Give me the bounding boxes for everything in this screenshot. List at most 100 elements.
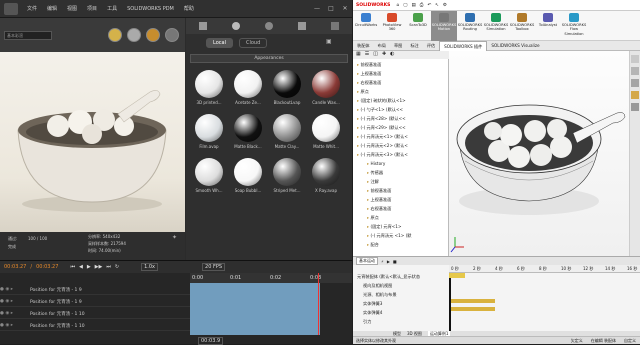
zoom-dropdown[interactable]: 1.0x xyxy=(141,263,159,271)
maximize-button[interactable]: □ xyxy=(324,5,338,12)
motion-stop-icon[interactable]: ■ xyxy=(393,259,397,264)
spring4-band[interactable] xyxy=(451,307,495,311)
tree-item[interactable]: ▸ 注解 xyxy=(367,178,379,185)
material-swatch[interactable]: Smooth Wh... xyxy=(192,156,226,200)
menu-view[interactable]: 视图 xyxy=(62,5,82,12)
command-tab[interactable]: 标注 xyxy=(406,41,422,51)
ribbon-item[interactable]: SOLIDWORKS Flow Simulation xyxy=(561,11,587,41)
material-swatch[interactable]: Matte Whit... xyxy=(309,112,343,156)
menu-project[interactable]: 项目 xyxy=(82,5,102,12)
skip-start-icon[interactable]: ⏮ xyxy=(70,264,75,270)
motion-play-icon[interactable]: ▶ xyxy=(387,259,390,264)
pin-icon[interactable]: ✦ xyxy=(172,234,177,241)
fm-config-tab-icon[interactable]: ◫ xyxy=(373,51,378,59)
spring3-band[interactable] xyxy=(451,299,495,303)
motion-row[interactable]: 实体弹簧3 xyxy=(363,301,453,307)
status-units[interactable]: 自定义 xyxy=(624,338,636,344)
tree-item[interactable]: ▸ (-) 元宵汤元<2> (默认< xyxy=(357,142,408,149)
task-pane-home-icon[interactable] xyxy=(631,55,639,63)
tree-item[interactable]: ▸ (-) 元宵<29> (默认<< xyxy=(357,124,406,131)
ribbon-item[interactable]: ScanTo3D xyxy=(405,11,431,41)
motion-row[interactable]: 元宵装配体 (默认<默认_显示状态 xyxy=(357,274,447,280)
motion-row[interactable]: 实体弹簧4 xyxy=(363,310,453,316)
home-icon[interactable]: ⌂ xyxy=(396,3,399,8)
ribbon-item[interactable]: TolAnalyst xyxy=(535,11,561,41)
tree-item[interactable]: ▸ (-) 元宵<28> (默认<< xyxy=(357,115,406,122)
appearances-section-dropdown[interactable]: Appearances xyxy=(190,54,348,63)
task-pane-custom-icon[interactable] xyxy=(631,103,639,111)
command-tab[interactable]: 装配体 xyxy=(353,41,374,51)
material-swatch[interactable]: Candle Wax... xyxy=(309,68,343,112)
skip-end-icon[interactable]: ⏭ xyxy=(106,264,111,270)
motion-row[interactable]: 光源、相机与布景 xyxy=(363,292,453,298)
current-time[interactable]: 00:03.27 xyxy=(4,264,26,270)
graphics-area[interactable] xyxy=(449,51,629,256)
fm-display-tab-icon[interactable]: ◐ xyxy=(390,51,394,59)
tree-item[interactable]: ▸ (固定) 元宵<1> xyxy=(367,223,401,230)
ribbon-item[interactable]: PhotoView 360 xyxy=(379,11,405,41)
print-icon[interactable]: ⎙ xyxy=(420,2,424,8)
environment-icon[interactable] xyxy=(264,22,273,30)
motion-row[interactable]: 引力 xyxy=(363,319,453,325)
ribbon-item[interactable]: SOLIDWORKS Routing xyxy=(457,11,483,41)
tree-item[interactable]: ▸ (-) 元宵汤元 <1> (默 xyxy=(367,232,411,239)
plugin-icon[interactable] xyxy=(331,22,340,30)
minimize-button[interactable]: — xyxy=(310,5,324,12)
tree-item[interactable]: ▸ (固定) 碗状的(默认<1> xyxy=(357,97,406,104)
material-swatch[interactable]: Film.avap xyxy=(192,112,226,156)
ribbon-item[interactable]: SOLIDWORKS Toolbox xyxy=(509,11,535,41)
play-icon[interactable]: ▶ xyxy=(87,264,91,270)
end-time[interactable]: 00:03.27 xyxy=(36,264,58,270)
tree-item[interactable]: ▸ 前视基准面 xyxy=(367,187,391,194)
save-icon[interactable]: ▤ xyxy=(411,3,415,8)
prev-frame-icon[interactable]: ◀ xyxy=(79,264,83,270)
render-mode-icon[interactable] xyxy=(108,28,122,42)
timeline-row[interactable]: ● ◉ ▸ Position for 元宵汤 - 1 9 xyxy=(0,285,190,295)
tree-item[interactable]: ▸ History xyxy=(367,160,385,167)
select-icon[interactable]: ↖ xyxy=(435,3,439,8)
menu-tools[interactable]: 工具 xyxy=(102,5,122,12)
material-swatch[interactable]: Matte Black... xyxy=(231,112,265,156)
menu-edit[interactable]: 编辑 xyxy=(42,5,62,12)
tree-item[interactable]: ▸ (-) 勺子<1> (默认<< xyxy=(357,106,403,113)
fm-dimxpert-tab-icon[interactable]: ✚ xyxy=(382,51,386,59)
command-tab[interactable]: 布局 xyxy=(374,41,390,51)
tree-item[interactable]: ▸ 原点 xyxy=(357,88,369,95)
next-frame-icon[interactable]: ▶▶ xyxy=(95,264,103,270)
material-swatch[interactable]: BlackoutLvap xyxy=(270,68,304,112)
menu-help[interactable]: 帮助 xyxy=(179,5,199,12)
fm-property-tab-icon[interactable]: ☰ xyxy=(365,51,369,59)
material-swatch[interactable]: Soap Bubbl... xyxy=(231,156,265,200)
playhead[interactable] xyxy=(318,273,319,335)
motion-key-band[interactable] xyxy=(449,273,465,278)
timeline-row[interactable]: ● ◉ ▸ Position for 元宵汤 - 1 10 xyxy=(0,321,190,331)
ribbon-item[interactable]: CircuitWorks xyxy=(353,11,379,41)
task-pane-explorer-icon[interactable] xyxy=(631,79,639,87)
scene-icon[interactable] xyxy=(127,28,141,42)
task-pane-appearance-icon[interactable] xyxy=(631,91,639,99)
tree-item[interactable]: ▸ (-) 元宵汤元<1> (默认< xyxy=(357,133,408,140)
material-swatch[interactable]: Acetate Ze... xyxy=(231,68,265,112)
motion-type-dropdown[interactable]: 基本运动 xyxy=(356,257,378,265)
tree-item[interactable]: ▸ 上视基准面 xyxy=(367,196,391,203)
appearance-icon[interactable] xyxy=(231,22,240,30)
command-tab[interactable]: 评估 xyxy=(423,41,439,51)
fm-tree-tab-icon[interactable]: ▦ xyxy=(356,51,361,59)
ribbon-item[interactable]: SOLIDWORKS Simulation xyxy=(483,11,509,41)
tab-cloud[interactable]: Cloud xyxy=(238,38,268,48)
timeline-row[interactable]: ● ◉ ▸ Position for 元宵汤 - 1 10 xyxy=(0,309,190,319)
tab-local[interactable]: Local xyxy=(206,38,233,48)
undo-icon[interactable]: ↶ xyxy=(427,3,431,8)
tree-item[interactable]: ▸ 原点 xyxy=(367,214,379,221)
tree-item[interactable]: ▸ 前视基准面 xyxy=(357,61,381,68)
command-tab[interactable]: 草图 xyxy=(390,41,406,51)
loop-icon[interactable]: ↻ xyxy=(115,264,119,270)
tree-item[interactable]: ▸ 传感器 xyxy=(367,169,383,176)
menu-pdm[interactable]: SOLIDWORKS PDM xyxy=(122,6,179,12)
task-pane-library-icon[interactable] xyxy=(631,67,639,75)
timeline-row[interactable]: ● ◉ ▸ Position for 元宵汤 - 1 9 xyxy=(0,297,190,307)
files-icon[interactable] xyxy=(198,22,207,30)
keyframe-track[interactable] xyxy=(190,283,320,335)
fps-dropdown[interactable]: 20 FPS xyxy=(202,263,226,271)
render-style-dropdown[interactable]: 基本彩渲 xyxy=(4,30,52,40)
